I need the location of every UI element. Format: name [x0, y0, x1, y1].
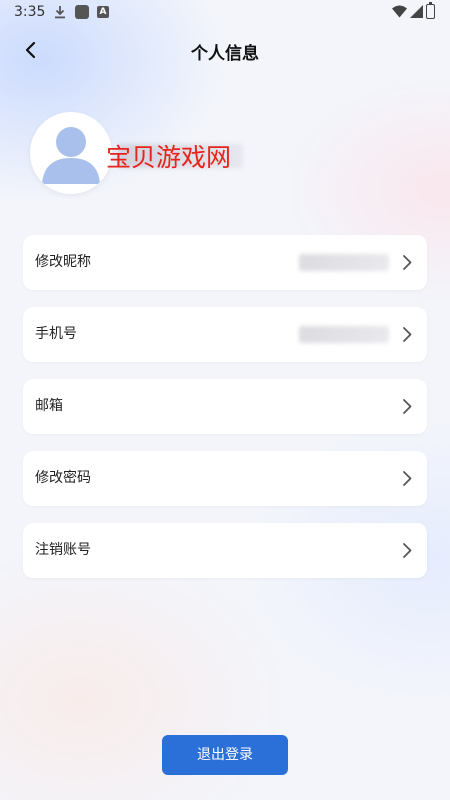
chevron-right-icon [403, 327, 412, 342]
phone-value-redacted [299, 326, 389, 343]
nickname-value-redacted [299, 254, 389, 271]
menu-item-phone[interactable]: 手机号 [23, 307, 427, 362]
chevron-right-icon [403, 471, 412, 486]
avatar-person-icon [42, 127, 100, 184]
menu-item-label: 修改密码 [35, 470, 91, 486]
menu-item-delete-account[interactable]: 注销账号 [23, 523, 427, 578]
header: 个人信息 [0, 30, 450, 70]
download-icon [55, 6, 65, 19]
menu-item-change-password[interactable]: 修改密码 [23, 451, 427, 506]
avatar[interactable] [30, 112, 112, 194]
menu-item-edit-nickname[interactable]: 修改昵称 [23, 235, 427, 290]
menu-item-label: 修改昵称 [35, 254, 91, 270]
wifi-icon [392, 5, 407, 18]
status-bar: 3:35 A [0, 0, 450, 26]
menu-item-label: 注销账号 [35, 542, 91, 558]
menu-item-label: 邮箱 [35, 398, 63, 414]
page-title: 个人信息 [191, 44, 259, 64]
menu-item-email[interactable]: 邮箱 [23, 379, 427, 434]
battery-icon [426, 2, 435, 19]
a-icon: A [97, 6, 109, 18]
back-button[interactable] [18, 36, 46, 64]
app-square-icon [75, 5, 89, 19]
back-arrow-icon [25, 41, 36, 59]
chevron-right-icon [403, 543, 412, 558]
logout-button[interactable]: 退出登录 [162, 735, 288, 775]
status-time: 3:35 [14, 4, 46, 20]
chevron-right-icon [403, 255, 412, 270]
signal-icon [410, 5, 423, 18]
chevron-right-icon [403, 399, 412, 414]
menu-item-label: 手机号 [35, 326, 77, 342]
watermark-text: 宝贝游戏网 [106, 143, 232, 172]
